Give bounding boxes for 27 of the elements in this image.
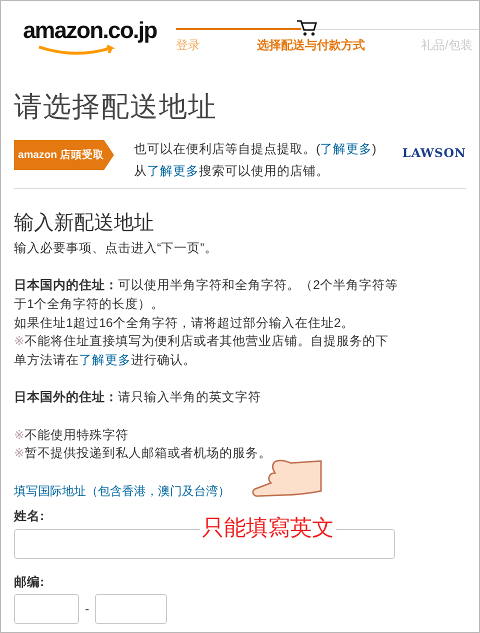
name-label: 姓名: xyxy=(14,508,44,526)
postal-separator: - xyxy=(85,600,90,618)
instruction-text: 如果住址1超过16个全角字符，请将超过部分输入在住址2。 xyxy=(14,314,355,332)
pickup-info-text: 从了解更多搜索可以使用的店铺。 xyxy=(134,163,330,180)
instruction-text: ※暂不提供投递到私人邮箱或者机场的服务。 xyxy=(14,445,272,462)
section-heading: 输入新配送地址 xyxy=(14,213,155,232)
postal-code-field[interactable] xyxy=(14,594,79,624)
partner-logo: LAWSON xyxy=(402,146,466,160)
page-title: 请选择配送地址 xyxy=(14,89,218,125)
postal-code-field[interactable] xyxy=(95,594,168,624)
international-address-link[interactable]: 填写国际地址（包含香港，澳门及台湾） xyxy=(14,484,230,498)
postal-code-label: 邮编: xyxy=(14,574,44,592)
instruction-text: 输入必要事项、点击进入“下一页”。 xyxy=(14,240,218,257)
learn-more-link[interactable]: 了解更多 xyxy=(147,164,199,178)
checkout-step: 选择配送与付款方式 xyxy=(257,37,365,54)
store-pickup-badge: amazon 店頭受取 xyxy=(14,140,114,170)
learn-more-link[interactable]: 了解更多 xyxy=(320,142,372,156)
cart-icon xyxy=(296,19,318,37)
instruction-text: ※不能将住址直接填写为便利店或者其他营业店铺。自提服务的下单方法请在了解更多进行确认。 xyxy=(14,333,390,369)
checkout-step: 登录 xyxy=(176,37,200,54)
amazon-logo: amazon.co.jp xyxy=(23,16,157,45)
learn-more-link[interactable]: 了解更多 xyxy=(79,352,131,367)
smile-arrow-icon xyxy=(37,45,117,57)
instruction-text: ※不能使用特殊字符 xyxy=(14,426,130,444)
pickup-info-text: 也可以在便利店等自提点提取。(了解更多) xyxy=(134,141,378,158)
instruction-text: 日本国外的住址：请只输入半角的英文字符 xyxy=(14,389,262,406)
instruction-text: 日本国内的住址：可以使用半角字符和全角字符。（2个半角字符等于1个全角字符的长度）。 xyxy=(14,277,398,313)
